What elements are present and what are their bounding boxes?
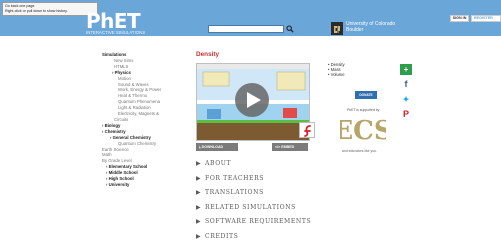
university-logo[interactable] <box>331 22 343 35</box>
phet-logo[interactable]: PhET INTERACTIVE SIMULATIONS <box>86 11 178 35</box>
section-toggle[interactable]: ▶ TRANSLATIONS <box>196 189 311 204</box>
download-label: DOWNLOAD <box>201 145 224 149</box>
topics-list: • Density • Mass • Volume <box>328 62 345 78</box>
embed-label: EMBED <box>281 145 295 149</box>
logo-subtitle: INTERACTIVE SIMULATIONS <box>86 30 146 35</box>
flash-icon <box>299 122 315 138</box>
expand-arrow-icon: ▶ <box>196 203 201 211</box>
plus-share-icon[interactable]: + <box>400 64 412 75</box>
tooltip-line-2: Right-click or pull down to show history… <box>5 8 68 13</box>
back-tooltip: Go back one page. Right-click or pull do… <box>2 2 98 16</box>
section-toggle[interactable]: ▶ ABOUT <box>196 160 311 175</box>
download-button[interactable]: ⤓ DOWNLOAD <box>196 143 238 151</box>
section-label: CREDITS <box>205 232 239 240</box>
register-button[interactable]: REGISTER <box>471 15 501 22</box>
pinterest-icon[interactable]: P <box>400 109 412 120</box>
search-input[interactable] <box>208 25 284 33</box>
university-line-2: Boulder <box>346 26 364 33</box>
expand-arrow-icon: ▶ <box>196 174 201 182</box>
expand-arrow-icon: ▶ <box>196 189 201 196</box>
page-title: Density <box>196 51 220 58</box>
cu-emblem-icon <box>331 24 343 35</box>
section-toggle[interactable]: ▶ FOR TEACHERS <box>196 175 311 190</box>
section-toggle[interactable]: ▶ RELATED SIMULATIONS <box>196 204 311 219</box>
section-label: FOR TEACHERS <box>205 174 265 182</box>
simulation-preview[interactable] <box>196 63 310 141</box>
social-share-bar: + f ✦ P <box>400 64 412 124</box>
section-toggle[interactable]: ▶ SOFTWARE REQUIREMENTS <box>196 218 311 233</box>
ecs-logo[interactable]: ECS <box>340 115 386 143</box>
info-sections: ▶ ABOUT ▶ FOR TEACHERS ▶ TRANSLATIONS ▶ RELATED… <box>196 160 311 246</box>
play-icon[interactable] <box>234 82 270 118</box>
twitter-icon[interactable]: ✦ <box>400 94 412 105</box>
topic-item: • Volume <box>328 71 345 77</box>
expand-arrow-icon: ▶ <box>196 232 201 240</box>
sidebar-item[interactable]: › University <box>92 182 178 188</box>
sidebar-nav: Simulations New Sims HTML5 › Physics Motion S… <box>92 52 178 188</box>
expand-arrow-icon: ▶ <box>196 160 201 167</box>
embed-button[interactable]: </> EMBED <box>272 143 308 151</box>
search-icon[interactable] <box>286 25 294 33</box>
expand-arrow-icon: ▶ <box>196 218 201 225</box>
section-label: TRANSLATIONS <box>205 189 264 196</box>
section-toggle[interactable]: ▶ CREDITS <box>196 233 311 246</box>
section-label: SOFTWARE REQUIREMENTS <box>205 218 312 225</box>
facebook-icon[interactable]: f <box>400 79 412 90</box>
supported-by-text: PhET is supported by <box>347 108 380 112</box>
section-label: ABOUT <box>205 160 232 167</box>
donate-button[interactable]: DONATE <box>355 91 377 99</box>
educators-text: and educators like you. <box>342 149 377 153</box>
sign-in-button[interactable]: SIGN IN <box>450 15 469 22</box>
ecs-logo-text: ECS <box>340 116 386 143</box>
section-label: RELATED SIMULATIONS <box>205 203 296 211</box>
university-name[interactable]: University of Colorado Boulder <box>346 21 395 33</box>
